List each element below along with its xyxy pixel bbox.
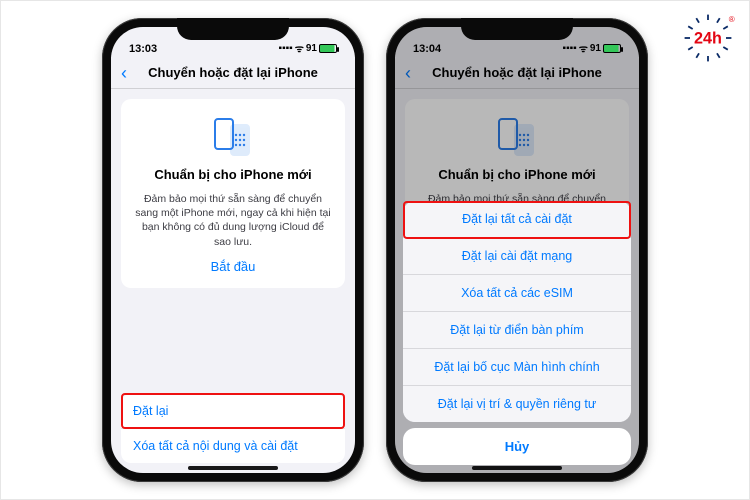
- signal-icon: ▪▪▪▪: [279, 43, 293, 54]
- home-indicator[interactable]: [188, 466, 278, 470]
- status-time: 13:04: [413, 43, 441, 55]
- status-icons: ▪▪▪▪ ᯤ 91: [279, 41, 337, 55]
- back-button[interactable]: ‹: [405, 63, 411, 84]
- nav-bar: ‹ Chuyển hoặc đặt lại iPhone: [395, 57, 639, 89]
- battery-percent: 91: [590, 43, 601, 54]
- options-list: Đặt lại Xóa tất cả nội dung và cài đặt: [121, 394, 345, 463]
- notch: [461, 18, 573, 40]
- prepare-card: Chuẩn bị cho iPhone mới Đảm bảo mọi thứ …: [121, 99, 345, 288]
- logo-text: 24h: [694, 29, 722, 47]
- sheet-reset-home-layout[interactable]: Đặt lại bố cục Màn hình chính: [403, 348, 631, 385]
- sheet-cancel[interactable]: Hủy: [403, 428, 631, 465]
- prepare-heading: Chuẩn bị cho iPhone mới: [417, 167, 617, 182]
- phone-left: 13:03 ▪▪▪▪ ᯤ 91 ‹ Chuyển hoặc đặt lại iP…: [102, 18, 364, 482]
- screen-left: 13:03 ▪▪▪▪ ᯤ 91 ‹ Chuyển hoặc đặt lại iP…: [111, 27, 355, 473]
- wifi-icon: ᯤ: [295, 41, 304, 55]
- sheet-reset-location-privacy[interactable]: Đặt lại vị trí & quyền riêng tư: [403, 385, 631, 422]
- option-reset[interactable]: Đặt lại: [121, 394, 345, 428]
- action-sheet: Đặt lại tất cả cài đặt Đặt lại cài đặt m…: [395, 195, 639, 473]
- start-button[interactable]: Bắt đầu: [133, 259, 333, 274]
- logo-registered: ®: [729, 15, 735, 24]
- battery-icon: [603, 44, 621, 53]
- phone-right: 13:04 ▪▪▪▪ ᯤ 91 ‹ Chuyển hoặc đặt lại iP…: [386, 18, 648, 482]
- logo-24h: 24h ®: [681, 11, 735, 65]
- battery-icon: [319, 44, 337, 53]
- prepare-body: Đảm bảo mọi thứ sẵn sàng để chuyển sang …: [133, 192, 333, 249]
- screen-right: 13:04 ▪▪▪▪ ᯤ 91 ‹ Chuyển hoặc đặt lại iP…: [395, 27, 639, 473]
- back-button[interactable]: ‹: [121, 63, 127, 84]
- option-erase-all[interactable]: Xóa tất cả nội dung và cài đặt: [121, 428, 345, 463]
- wifi-icon: ᯤ: [579, 41, 588, 55]
- prepare-heading: Chuẩn bị cho iPhone mới: [133, 167, 333, 182]
- status-time: 13:03: [129, 43, 157, 55]
- sheet-reset-all-settings[interactable]: Đặt lại tất cả cài đặt: [403, 201, 631, 237]
- sheet-reset-keyboard[interactable]: Đặt lại từ điển bàn phím: [403, 311, 631, 348]
- sheet-erase-esim[interactable]: Xóa tất cả các eSIM: [403, 274, 631, 311]
- home-indicator[interactable]: [472, 466, 562, 470]
- nav-bar: ‹ Chuyển hoặc đặt lại iPhone: [111, 57, 355, 89]
- battery-percent: 91: [306, 43, 317, 54]
- sheet-reset-network[interactable]: Đặt lại cài đặt mạng: [403, 237, 631, 274]
- action-sheet-list: Đặt lại tất cả cài đặt Đặt lại cài đặt m…: [403, 201, 631, 422]
- nav-title: Chuyển hoặc đặt lại iPhone: [148, 65, 318, 80]
- transfer-icon: [417, 117, 617, 157]
- transfer-icon: [133, 117, 333, 157]
- notch: [177, 18, 289, 40]
- signal-icon: ▪▪▪▪: [563, 43, 577, 54]
- status-icons: ▪▪▪▪ ᯤ 91: [563, 41, 621, 55]
- nav-title: Chuyển hoặc đặt lại iPhone: [432, 65, 602, 80]
